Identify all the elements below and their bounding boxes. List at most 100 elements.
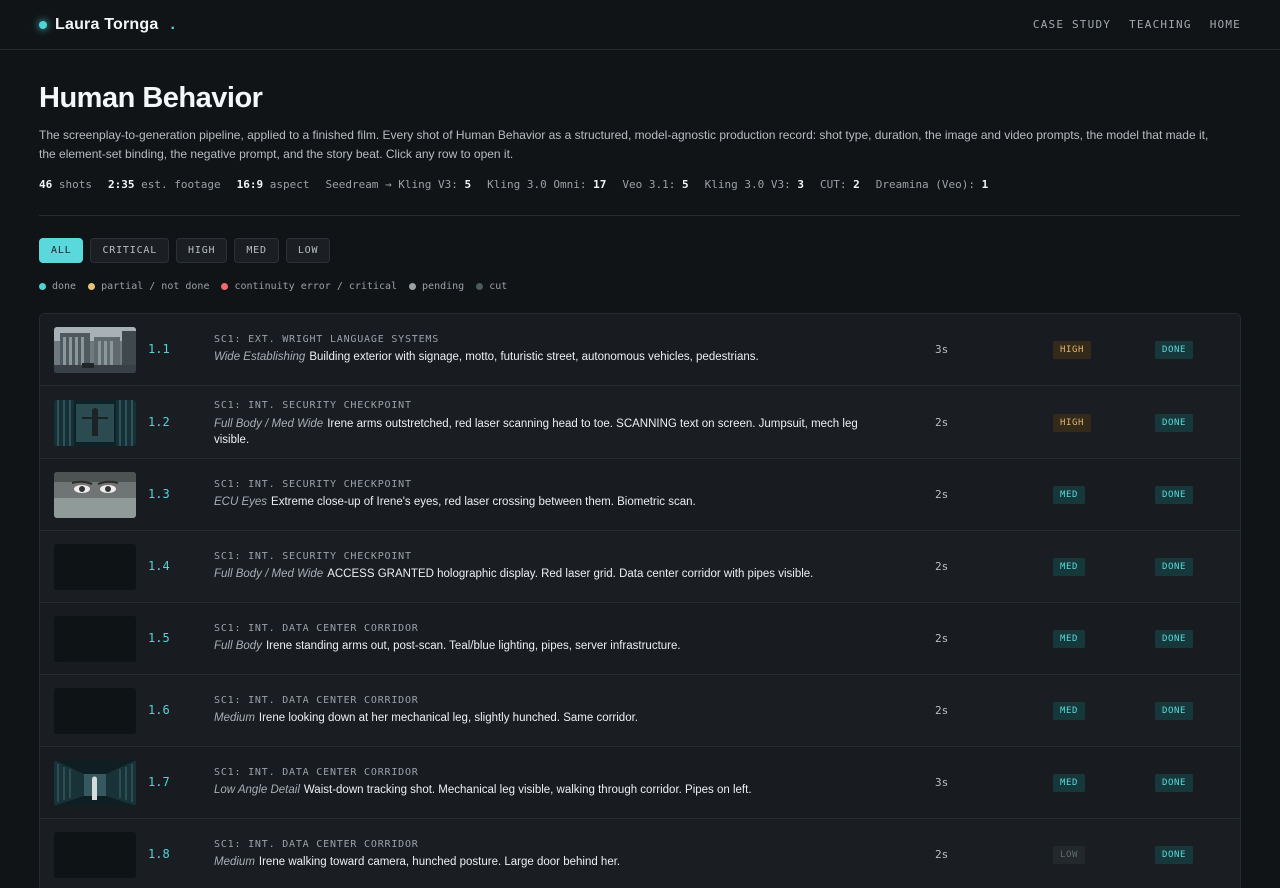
stat-item: 46 shots xyxy=(39,178,92,191)
shot-thumbnail xyxy=(54,688,136,734)
table-row[interactable]: 1.3 SC1: INT. SECURITY CHECKPOINT ECU Eyes… xyxy=(40,459,1240,531)
shot-duration: 2s xyxy=(935,848,949,861)
shot-description: Medium Irene looking down at her mechanic… xyxy=(214,710,874,726)
shot-thumbnail xyxy=(54,399,136,446)
legend-dot-icon xyxy=(221,283,229,290)
scene-heading: SC1: INT. SECURITY CHECKPOINT xyxy=(214,479,412,490)
scene-heading: SC1: INT. SECURITY CHECKPOINT xyxy=(214,551,412,562)
legend-dot-icon xyxy=(409,283,417,290)
priority-badge: MED xyxy=(1053,558,1086,576)
scene-heading: SC1: INT. DATA CENTER CORRIDOR xyxy=(214,767,419,778)
stat-label: Seedream → Kling V3: xyxy=(325,178,465,191)
shot-type: Full Body / Med Wide xyxy=(214,417,324,430)
legend-label: partial / not done xyxy=(101,281,210,292)
shot-thumbnail xyxy=(54,544,136,590)
stat-value: 2:35 xyxy=(108,178,135,191)
nav-home[interactable]: HOME xyxy=(1210,18,1241,31)
status-badge: DONE xyxy=(1155,413,1194,432)
scene-heading: SC1: INT. SECURITY CHECKPOINT xyxy=(214,399,412,411)
stat-label: Kling 3.0 Omni: xyxy=(487,178,594,191)
priority-badge: HIGH xyxy=(1053,341,1092,359)
stat-item: 2:35 est. footage xyxy=(108,178,221,191)
filter-med-button[interactable]: MED xyxy=(234,238,279,263)
brand[interactable]: Laura Tornga . xyxy=(39,16,175,34)
shot-text: Irene standing arms out, post-scan. Teal… xyxy=(265,640,681,652)
priority-filters: ALL CRITICAL HIGH MED LOW xyxy=(39,238,331,263)
table-row[interactable]: 1.5 SC1: INT. DATA CENTER CORRIDOR Full Bo… xyxy=(40,603,1240,675)
shot-type: Full Body xyxy=(214,640,262,652)
priority-badge: MED xyxy=(1053,702,1086,720)
stat-label: CUT: xyxy=(819,178,854,191)
priority-badge: MED xyxy=(1053,486,1086,504)
stat-value: 5 xyxy=(681,178,689,191)
legend-item: continuity error / critical xyxy=(221,281,397,292)
stat-value: 3 xyxy=(797,178,804,191)
stat-value: 1 xyxy=(981,178,989,191)
stat-value: 2 xyxy=(853,178,860,191)
main-nav: CASE STUDY TEACHING HOME xyxy=(1033,18,1241,31)
shot-number: 1.8 xyxy=(148,847,170,861)
filter-critical-button[interactable]: CRITICAL xyxy=(90,238,170,263)
shot-duration: 3s xyxy=(935,776,949,789)
shot-description: Low Angle Detail Waist-down tracking shot… xyxy=(214,782,874,798)
nav-case-study[interactable]: CASE STUDY xyxy=(1033,18,1111,31)
priority-badge: MED xyxy=(1053,630,1086,648)
brand-period: . xyxy=(170,15,175,33)
stat-label: Kling 3.0 V3: xyxy=(704,178,798,191)
nav-teaching[interactable]: TEACHING xyxy=(1129,18,1192,31)
shot-type: Full Body / Med Wide xyxy=(214,568,324,580)
shot-type: Medium xyxy=(214,712,255,724)
stat-label: aspect xyxy=(263,178,310,191)
table-row[interactable]: 1.2 SC1: INT. SECURITY CHECKPOINT Full Bod… xyxy=(40,386,1240,459)
stat-label: Dreamina (Veo): xyxy=(875,178,982,191)
shot-type: Medium xyxy=(214,856,255,868)
table-row[interactable]: 1.8 SC1: INT. DATA CENTER CORRIDOR Medium I… xyxy=(40,819,1240,888)
status-badge: DONE xyxy=(1155,846,1194,864)
legend-label: continuity error / critical xyxy=(234,281,398,292)
stat-item: Dreamina (Veo): 1 xyxy=(876,178,989,191)
stat-item: Kling 3.0 V3: 3 xyxy=(705,178,804,191)
brand-name: Laura Tornga xyxy=(55,15,159,33)
shot-thumbnail xyxy=(54,616,136,662)
scene-heading: SC1: INT. DATA CENTER CORRIDOR xyxy=(214,695,419,706)
scene-heading: SC1: EXT. WRIGHT LANGUAGE SYSTEMS xyxy=(214,334,440,345)
priority-badge: MED xyxy=(1053,774,1086,792)
shot-duration: 2s xyxy=(935,415,949,429)
stat-value: 16:9 xyxy=(236,178,264,191)
shot-description: ECU Eyes Extreme close-up of Irene's eyes… xyxy=(214,494,874,510)
shot-text: ACCESS GRANTED holographic display. Red … xyxy=(327,568,814,580)
stat-item: Kling 3.0 Omni: 17 xyxy=(487,178,606,191)
shot-thumbnail xyxy=(54,760,136,806)
filter-all-button[interactable]: ALL xyxy=(39,238,84,263)
brand-dot-icon xyxy=(39,20,47,29)
shot-text: Irene looking down at her mechanical leg… xyxy=(258,712,638,724)
filter-low-button[interactable]: LOW xyxy=(285,238,331,263)
stat-item: CUT: 2 xyxy=(820,178,860,191)
shot-table: 1.1 SC1: EXT. WRIGHT LANGUAGE SYSTEMS Wide… xyxy=(39,313,1241,888)
shot-text: Extreme close-up of Irene's eyes, red la… xyxy=(271,496,696,508)
shot-type: Low Angle Detail xyxy=(214,784,300,796)
scene-heading: SC1: INT. DATA CENTER CORRIDOR xyxy=(214,839,419,850)
legend-label: pending xyxy=(422,281,465,292)
table-row[interactable]: 1.6 SC1: INT. DATA CENTER CORRIDOR Medium I… xyxy=(40,675,1240,747)
shot-thumbnail xyxy=(54,327,136,373)
shot-number: 1.3 xyxy=(148,487,170,501)
shot-number: 1.2 xyxy=(148,414,170,429)
shot-thumbnail xyxy=(54,832,136,878)
table-row[interactable]: 1.1 SC1: EXT. WRIGHT LANGUAGE SYSTEMS Wide… xyxy=(40,314,1240,386)
stat-label: shots xyxy=(52,178,92,191)
table-row[interactable]: 1.7 SC1: INT. DATA CENTER CORRIDOR Low Ang… xyxy=(40,747,1240,819)
shot-description: Full Body / Med Wide Irene arms outstretc… xyxy=(214,416,874,448)
filter-high-button[interactable]: HIGH xyxy=(176,238,228,263)
shot-type: Wide Establishing xyxy=(214,351,306,363)
stat-label: Veo 3.1: xyxy=(622,178,682,191)
shot-number: 1.4 xyxy=(148,559,170,573)
stat-item: 16:9 aspect xyxy=(237,178,310,191)
legend-label: done xyxy=(52,281,77,292)
stat-value: 46 xyxy=(39,178,53,191)
shot-description: Full Body / Med Wide ACCESS GRANTED holog… xyxy=(214,566,874,582)
table-row[interactable]: 1.4 SC1: INT. SECURITY CHECKPOINT Full Bod… xyxy=(40,531,1240,603)
shot-description: Medium Irene walking toward camera, hunch… xyxy=(214,854,874,870)
page-description: The screenplay-to-generation pipeline, a… xyxy=(39,128,1209,161)
status-badge: DONE xyxy=(1155,486,1194,504)
